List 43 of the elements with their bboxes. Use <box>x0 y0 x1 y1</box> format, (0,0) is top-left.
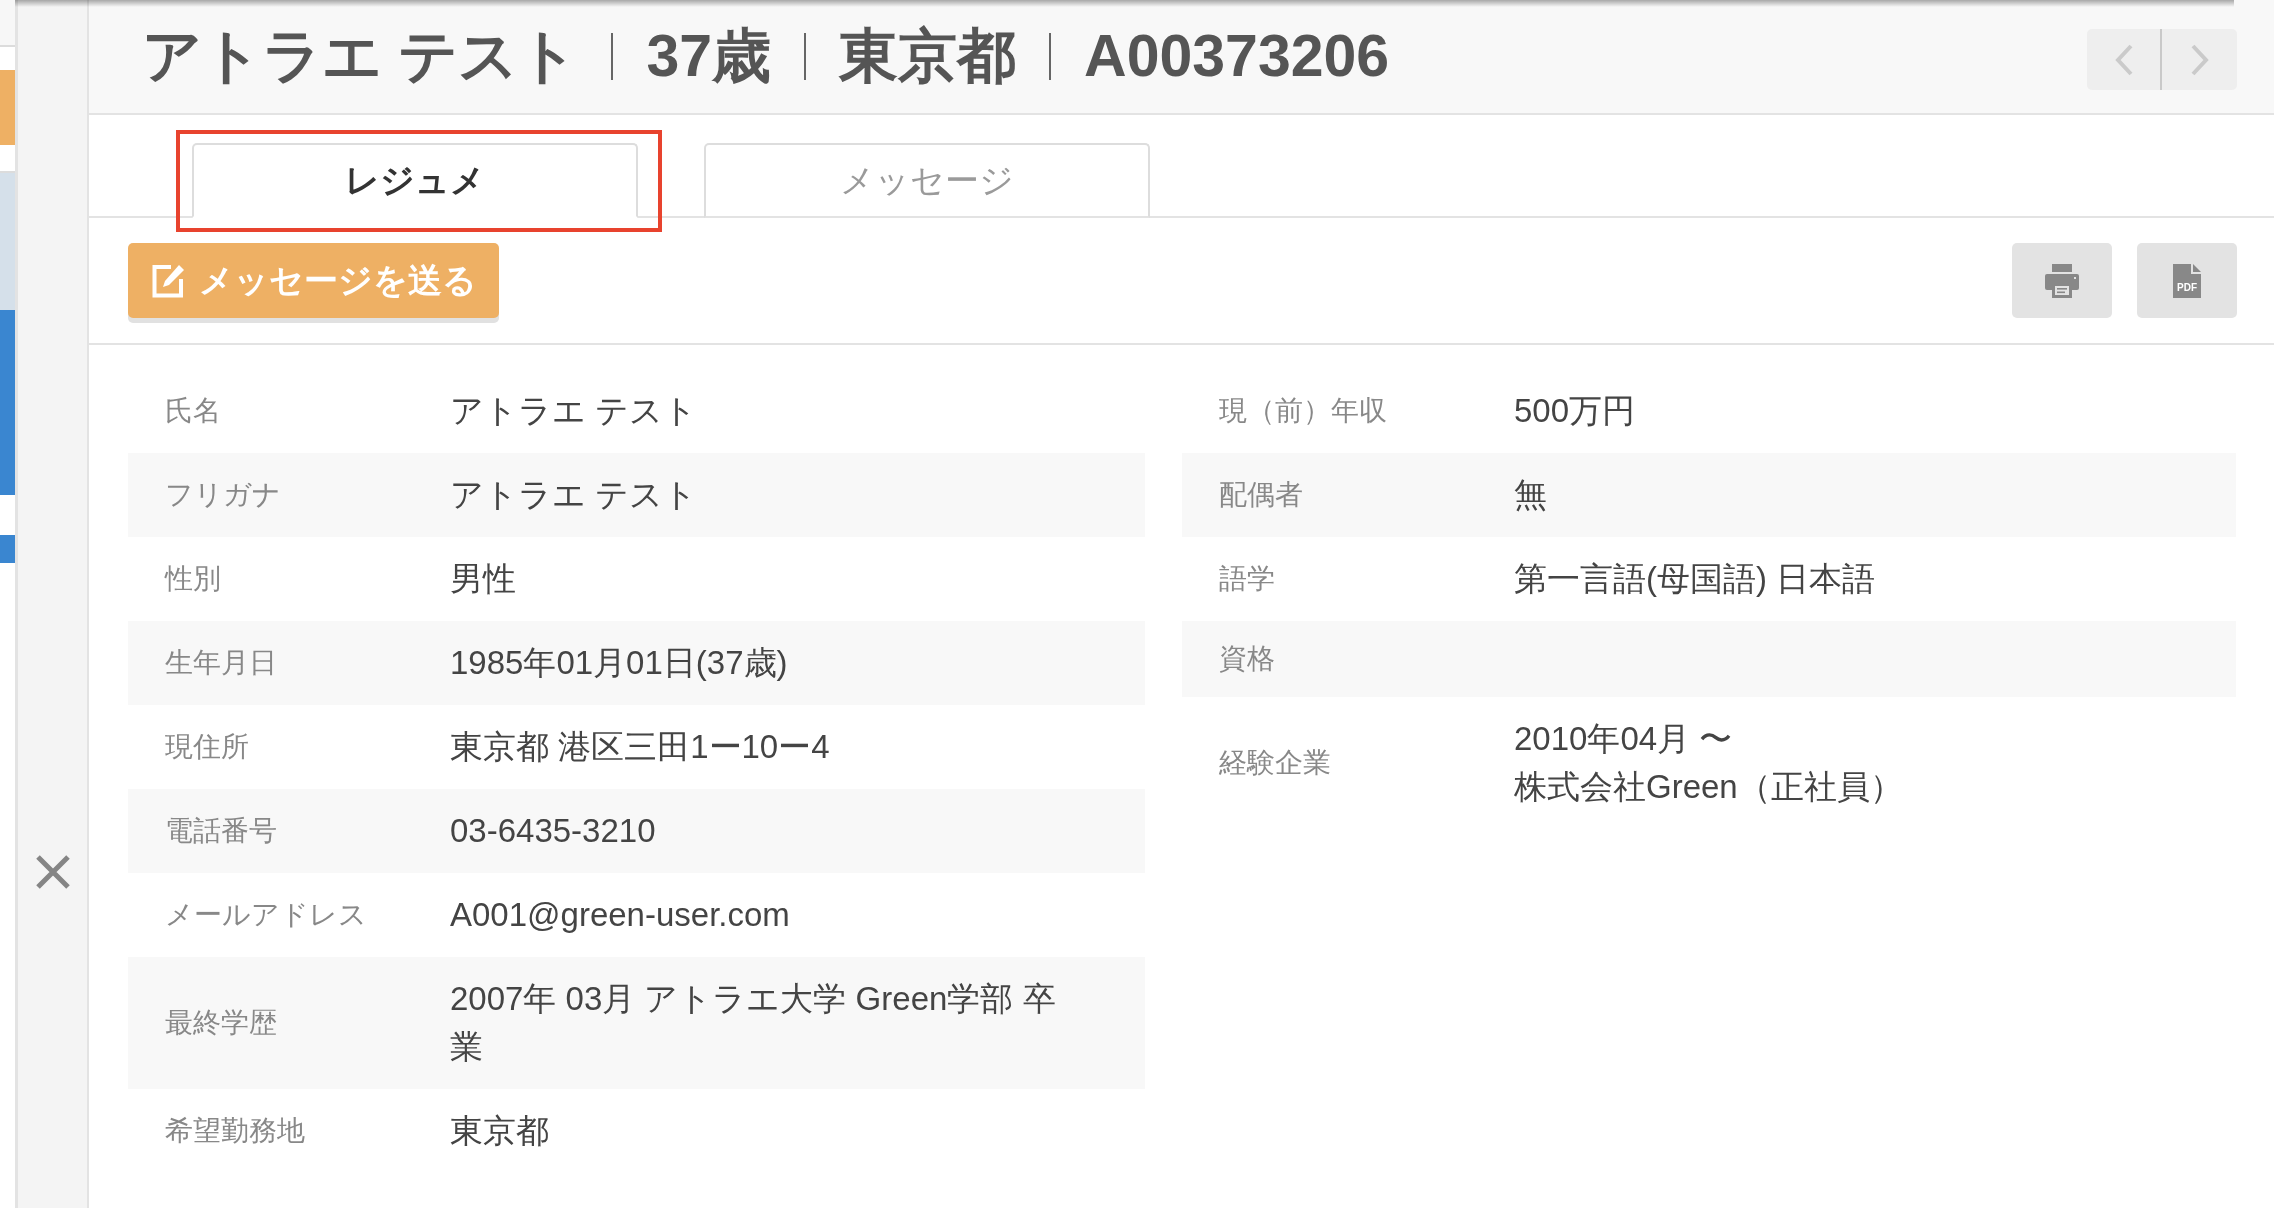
edit-icon <box>152 263 185 298</box>
field-value: 東京都 <box>450 1111 549 1151</box>
field-value: アトラエ テスト <box>450 475 698 515</box>
field-label: メールアドレス <box>165 898 367 932</box>
field-value: A001@green-user.com <box>450 895 790 935</box>
field-value: 東京都 港区三田1ー10ー4 <box>450 727 830 767</box>
chevron-left-icon <box>2114 43 2133 76</box>
field-label: 生年月日 <box>165 646 277 680</box>
field-value: 03-6435-3210 <box>450 811 656 851</box>
field-label: 現（前）年収 <box>1219 394 1387 428</box>
field-value: 1985年01月01日(37歳) <box>450 643 788 683</box>
field-label: 語学 <box>1219 562 1275 596</box>
tab[interactable]: レジュメ <box>192 143 638 218</box>
field-label: 配偶者 <box>1219 478 1303 512</box>
field-label: 電話番号 <box>165 814 277 848</box>
candidate-location: 東京都 <box>839 22 1017 91</box>
field-value: 男性 <box>450 559 516 599</box>
printer-icon <box>2045 263 2079 298</box>
close-icon[interactable] <box>35 855 70 889</box>
field-label: 現住所 <box>165 730 249 764</box>
next-button[interactable] <box>2162 29 2237 90</box>
field-label: 最終学歴 <box>165 1006 277 1040</box>
print-button[interactable] <box>2012 243 2112 318</box>
field-value: 500万円 <box>1514 391 1636 431</box>
tab[interactable]: メッセージ <box>704 143 1150 218</box>
previous-button[interactable] <box>2087 29 2162 90</box>
candidate-age: 37歳 <box>646 22 772 91</box>
candidate-name: アトラエ テスト <box>142 22 579 91</box>
pdf-file-icon: PDF <box>2173 263 2201 298</box>
field-value: 2010年04月 〜 株式会社Green（正社員） <box>1514 719 1903 807</box>
candidate-id: A00373206 <box>1084 22 1390 91</box>
field-value: 2007年 03月 アトラエ大学 Green学部 卒業 <box>450 979 1057 1067</box>
field-label: フリガナ <box>165 478 281 512</box>
field-value: 無 <box>1514 475 1547 515</box>
field-label: 性別 <box>165 562 221 596</box>
field-label: 希望勤務地 <box>165 1114 305 1148</box>
field-value: アトラエ テスト <box>450 391 698 431</box>
chevron-right-icon <box>2190 43 2209 76</box>
pdf-button[interactable]: PDF <box>2137 243 2237 318</box>
field-value: 第一言語(母国語) 日本語 <box>1514 559 1876 599</box>
field-label: 資格 <box>1219 642 1275 676</box>
field-label: 氏名 <box>165 394 221 428</box>
field-label: 経験企業 <box>1219 746 1331 780</box>
